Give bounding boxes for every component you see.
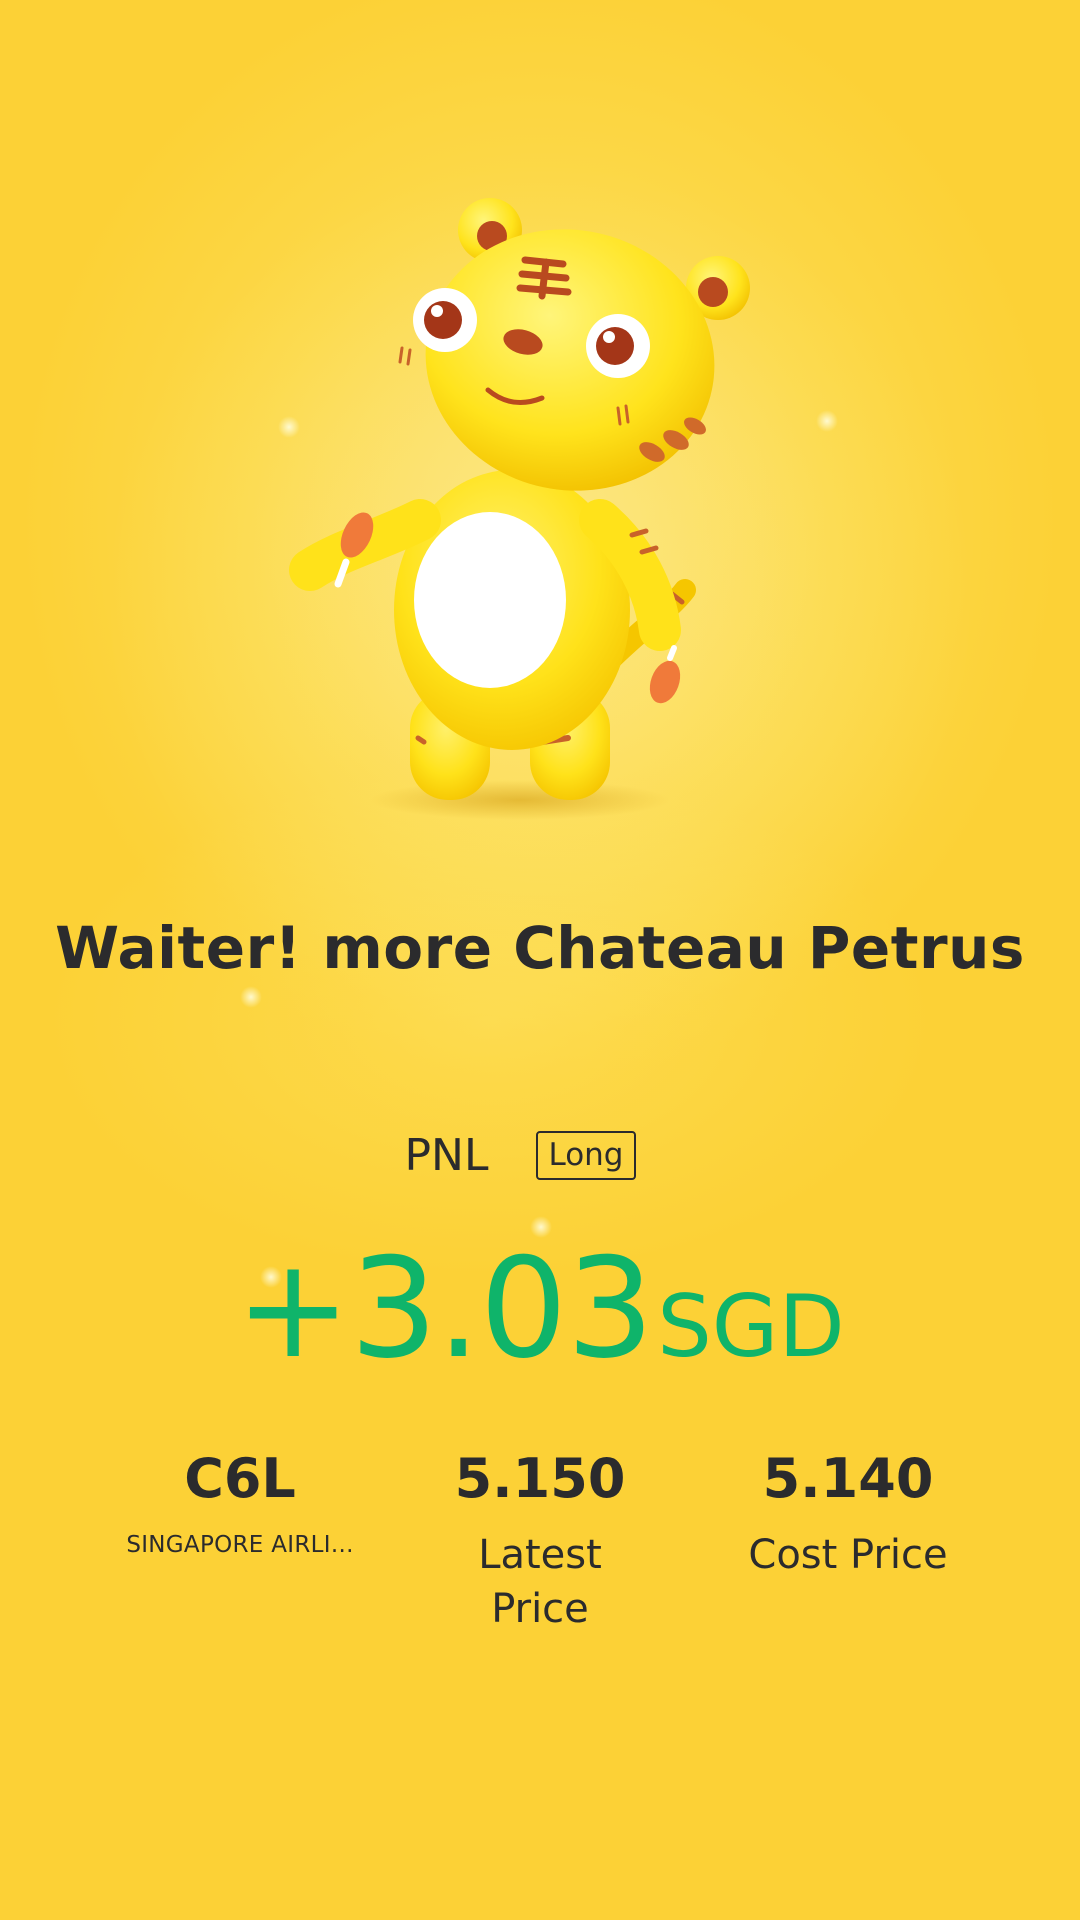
pnl-header: PNL Long [0,1130,1080,1181]
background-glow [40,760,940,1280]
stock-name: SINGAPORE AIRLI... [126,1532,354,1558]
cost-price-label: Cost Price [748,1532,948,1578]
tiger-mascot-illustration [289,198,750,820]
pnl-label: PNL [404,1130,489,1181]
stock-stats: C6L SINGAPORE AIRLI... 5.150 Latest Pric… [0,1444,1080,1674]
stock-info: C6L SINGAPORE AIRLI... [90,1444,390,1560]
stock-code: C6L [184,1447,296,1510]
latest-price-value: 5.150 [454,1447,626,1510]
latest-price-stat: 5.150 Latest Price [390,1444,690,1636]
pnl-message: Waiter! more Chateau Petrus [55,914,1025,982]
pnl-value: +3.03 [235,1228,654,1389]
cost-price-stat: 5.140 Cost Price [698,1444,998,1582]
pnl-currency: SGD [657,1277,845,1377]
sparkle [816,410,838,432]
cost-price-value: 5.140 [762,1447,934,1510]
sparkle [240,986,262,1008]
latest-price-label: Latest Price [478,1532,602,1632]
pnl-amount: +3.03SGD [0,1228,1080,1389]
position-tag: Long [536,1131,636,1180]
